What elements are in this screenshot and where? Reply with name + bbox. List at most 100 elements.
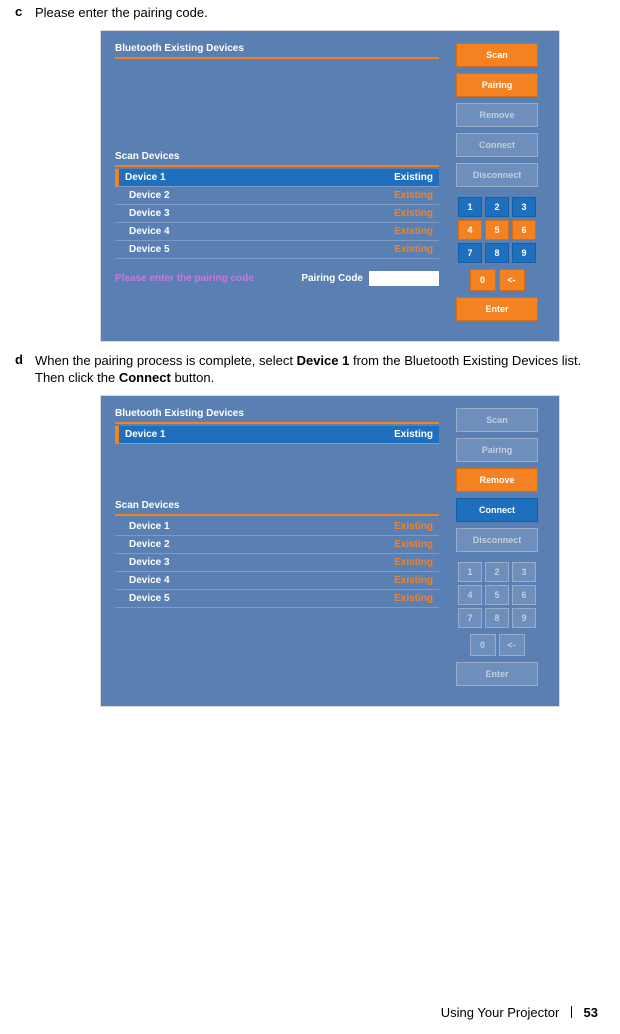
existing-devices-title-2: Bluetooth Existing Devices xyxy=(115,408,439,424)
scan-devices-title-2: Scan Devices xyxy=(115,500,439,516)
pairing-prompt-row: Please enter the pairing code Pairing Co… xyxy=(115,271,439,286)
keypad-key-9: 9 xyxy=(512,608,536,628)
step-d-bold1: Device 1 xyxy=(297,353,350,368)
enter-button-2: Enter xyxy=(456,662,538,686)
device-name: Device 1 xyxy=(125,172,166,183)
keypad-key-4: 4 xyxy=(458,585,482,605)
device-name: Device 5 xyxy=(129,244,170,255)
device-status: Existing xyxy=(394,208,433,219)
scan-device-list-2: Device 1ExistingDevice 2ExistingDevice 3… xyxy=(115,518,439,608)
keypad-key-0[interactable]: 0 xyxy=(470,269,496,291)
keypad-key-5: 5 xyxy=(485,585,509,605)
device-name: Device 1 xyxy=(125,429,166,440)
scan-device-list: Device 1ExistingDevice 2ExistingDevice 3… xyxy=(115,169,439,259)
device-status: Existing xyxy=(394,429,433,440)
device-status: Existing xyxy=(394,557,433,568)
device-name: Device 2 xyxy=(129,539,170,550)
device-name: Device 1 xyxy=(129,521,170,532)
step-letter-c: c xyxy=(15,4,35,22)
device-row-1[interactable]: Device 1 Existing xyxy=(115,169,439,187)
step-letter-d: d xyxy=(15,352,35,387)
step-d: d When the pairing process is complete, … xyxy=(15,352,605,387)
panel1-left: Bluetooth Existing Devices Scan Devices … xyxy=(115,43,439,327)
scan-device-row-5[interactable]: Device 5 Existing xyxy=(115,590,439,608)
keypad-key-8: 8 xyxy=(485,608,509,628)
device-row-3[interactable]: Device 3 Existing xyxy=(115,205,439,223)
keypad-key-8[interactable]: 8 xyxy=(485,243,509,263)
scan-button[interactable]: Scan xyxy=(456,43,538,67)
existing-device-row-1[interactable]: Device 1 Existing xyxy=(115,426,439,444)
keypad-key-9[interactable]: 9 xyxy=(512,243,536,263)
device-status: Existing xyxy=(394,575,433,586)
keypad-key-3[interactable]: 3 xyxy=(512,197,536,217)
page-footer: Using Your Projector 53 xyxy=(441,1005,598,1020)
keypad-key-2[interactable]: 2 xyxy=(485,197,509,217)
keypad-key-0: 0 xyxy=(470,634,496,656)
disconnect-button-2: Disconnect xyxy=(456,528,538,552)
pairing-button[interactable]: Pairing xyxy=(456,73,538,97)
keypad-key-2: 2 xyxy=(485,562,509,582)
device-row-4[interactable]: Device 4 Existing xyxy=(115,223,439,241)
device-status: Existing xyxy=(394,539,433,550)
step-text-d: When the pairing process is complete, se… xyxy=(35,352,605,387)
keypad-key-3: 3 xyxy=(512,562,536,582)
keypad-key-4[interactable]: 4 xyxy=(458,220,482,240)
bluetooth-panel-connect: Bluetooth Existing Devices Device 1 Exist… xyxy=(100,395,560,707)
device-row-5[interactable]: Device 5 Existing xyxy=(115,241,439,259)
remove-button-2[interactable]: Remove xyxy=(456,468,538,492)
pairing-code-input[interactable] xyxy=(369,271,439,286)
device-name: Device 4 xyxy=(129,226,170,237)
enter-button[interactable]: Enter xyxy=(456,297,538,321)
device-status: Existing xyxy=(394,226,433,237)
device-row-2[interactable]: Device 2 Existing xyxy=(115,187,439,205)
pairing-button-2: Pairing xyxy=(456,438,538,462)
pairing-code-label: Pairing Code xyxy=(301,273,363,284)
device-status: Existing xyxy=(394,593,433,604)
device-status: Existing xyxy=(394,244,433,255)
device-name: Device 2 xyxy=(129,190,170,201)
device-status: Existing xyxy=(394,190,433,201)
page-number: 53 xyxy=(584,1005,598,1020)
step-c: c Please enter the pairing code. xyxy=(15,4,605,22)
step-d-lead: When the pairing process is complete, se… xyxy=(35,353,297,368)
scan-button-2: Scan xyxy=(456,408,538,432)
keypad-key-5[interactable]: 5 xyxy=(485,220,509,240)
existing-device-list: Device 1 Existing xyxy=(115,426,439,444)
keypad-key-6: 6 xyxy=(512,585,536,605)
keypad-key-1[interactable]: 1 xyxy=(458,197,482,217)
device-status: Existing xyxy=(394,172,433,183)
scan-device-row-2[interactable]: Device 2 Existing xyxy=(115,536,439,554)
scan-device-row-1[interactable]: Device 1 Existing xyxy=(115,518,439,536)
step-d-bold2: Connect xyxy=(119,370,171,385)
step-text-c: Please enter the pairing code. xyxy=(35,4,605,22)
step-d-tail: button. xyxy=(171,370,214,385)
footer-section: Using Your Projector xyxy=(441,1005,560,1020)
device-name: Device 5 xyxy=(129,593,170,604)
panel2-right: Scan Pairing Remove Connect Disconnect 1… xyxy=(449,408,545,692)
keypad-key-7[interactable]: 7 xyxy=(458,243,482,263)
keypad-key-backspace[interactable]: <- xyxy=(499,269,525,291)
keypad-key-6[interactable]: 6 xyxy=(512,220,536,240)
panel1-right: Scan Pairing Remove Connect Disconnect 1… xyxy=(449,43,545,327)
remove-button: Remove xyxy=(456,103,538,127)
keypad-key-backspace: <- xyxy=(499,634,525,656)
device-status: Existing xyxy=(394,521,433,532)
panel2-left: Bluetooth Existing Devices Device 1 Exist… xyxy=(115,408,439,692)
pairing-prompt-text: Please enter the pairing code xyxy=(115,273,301,284)
footer-separator xyxy=(571,1006,572,1018)
scan-device-row-3[interactable]: Device 3 Existing xyxy=(115,554,439,572)
keypad-key-1: 1 xyxy=(458,562,482,582)
device-name: Device 3 xyxy=(129,208,170,219)
device-name: Device 4 xyxy=(129,575,170,586)
scan-device-row-4[interactable]: Device 4 Existing xyxy=(115,572,439,590)
device-name: Device 3 xyxy=(129,557,170,568)
connect-button-2[interactable]: Connect xyxy=(456,498,538,522)
disconnect-button: Disconnect xyxy=(456,163,538,187)
keypad-key-7: 7 xyxy=(458,608,482,628)
keypad: 123 456 789 xyxy=(458,197,536,263)
existing-devices-title: Bluetooth Existing Devices xyxy=(115,43,439,59)
connect-button: Connect xyxy=(456,133,538,157)
bluetooth-panel-pairing: Bluetooth Existing Devices Scan Devices … xyxy=(100,30,560,342)
keypad-2: 123 456 789 xyxy=(458,562,536,628)
scan-devices-title: Scan Devices xyxy=(115,151,439,167)
